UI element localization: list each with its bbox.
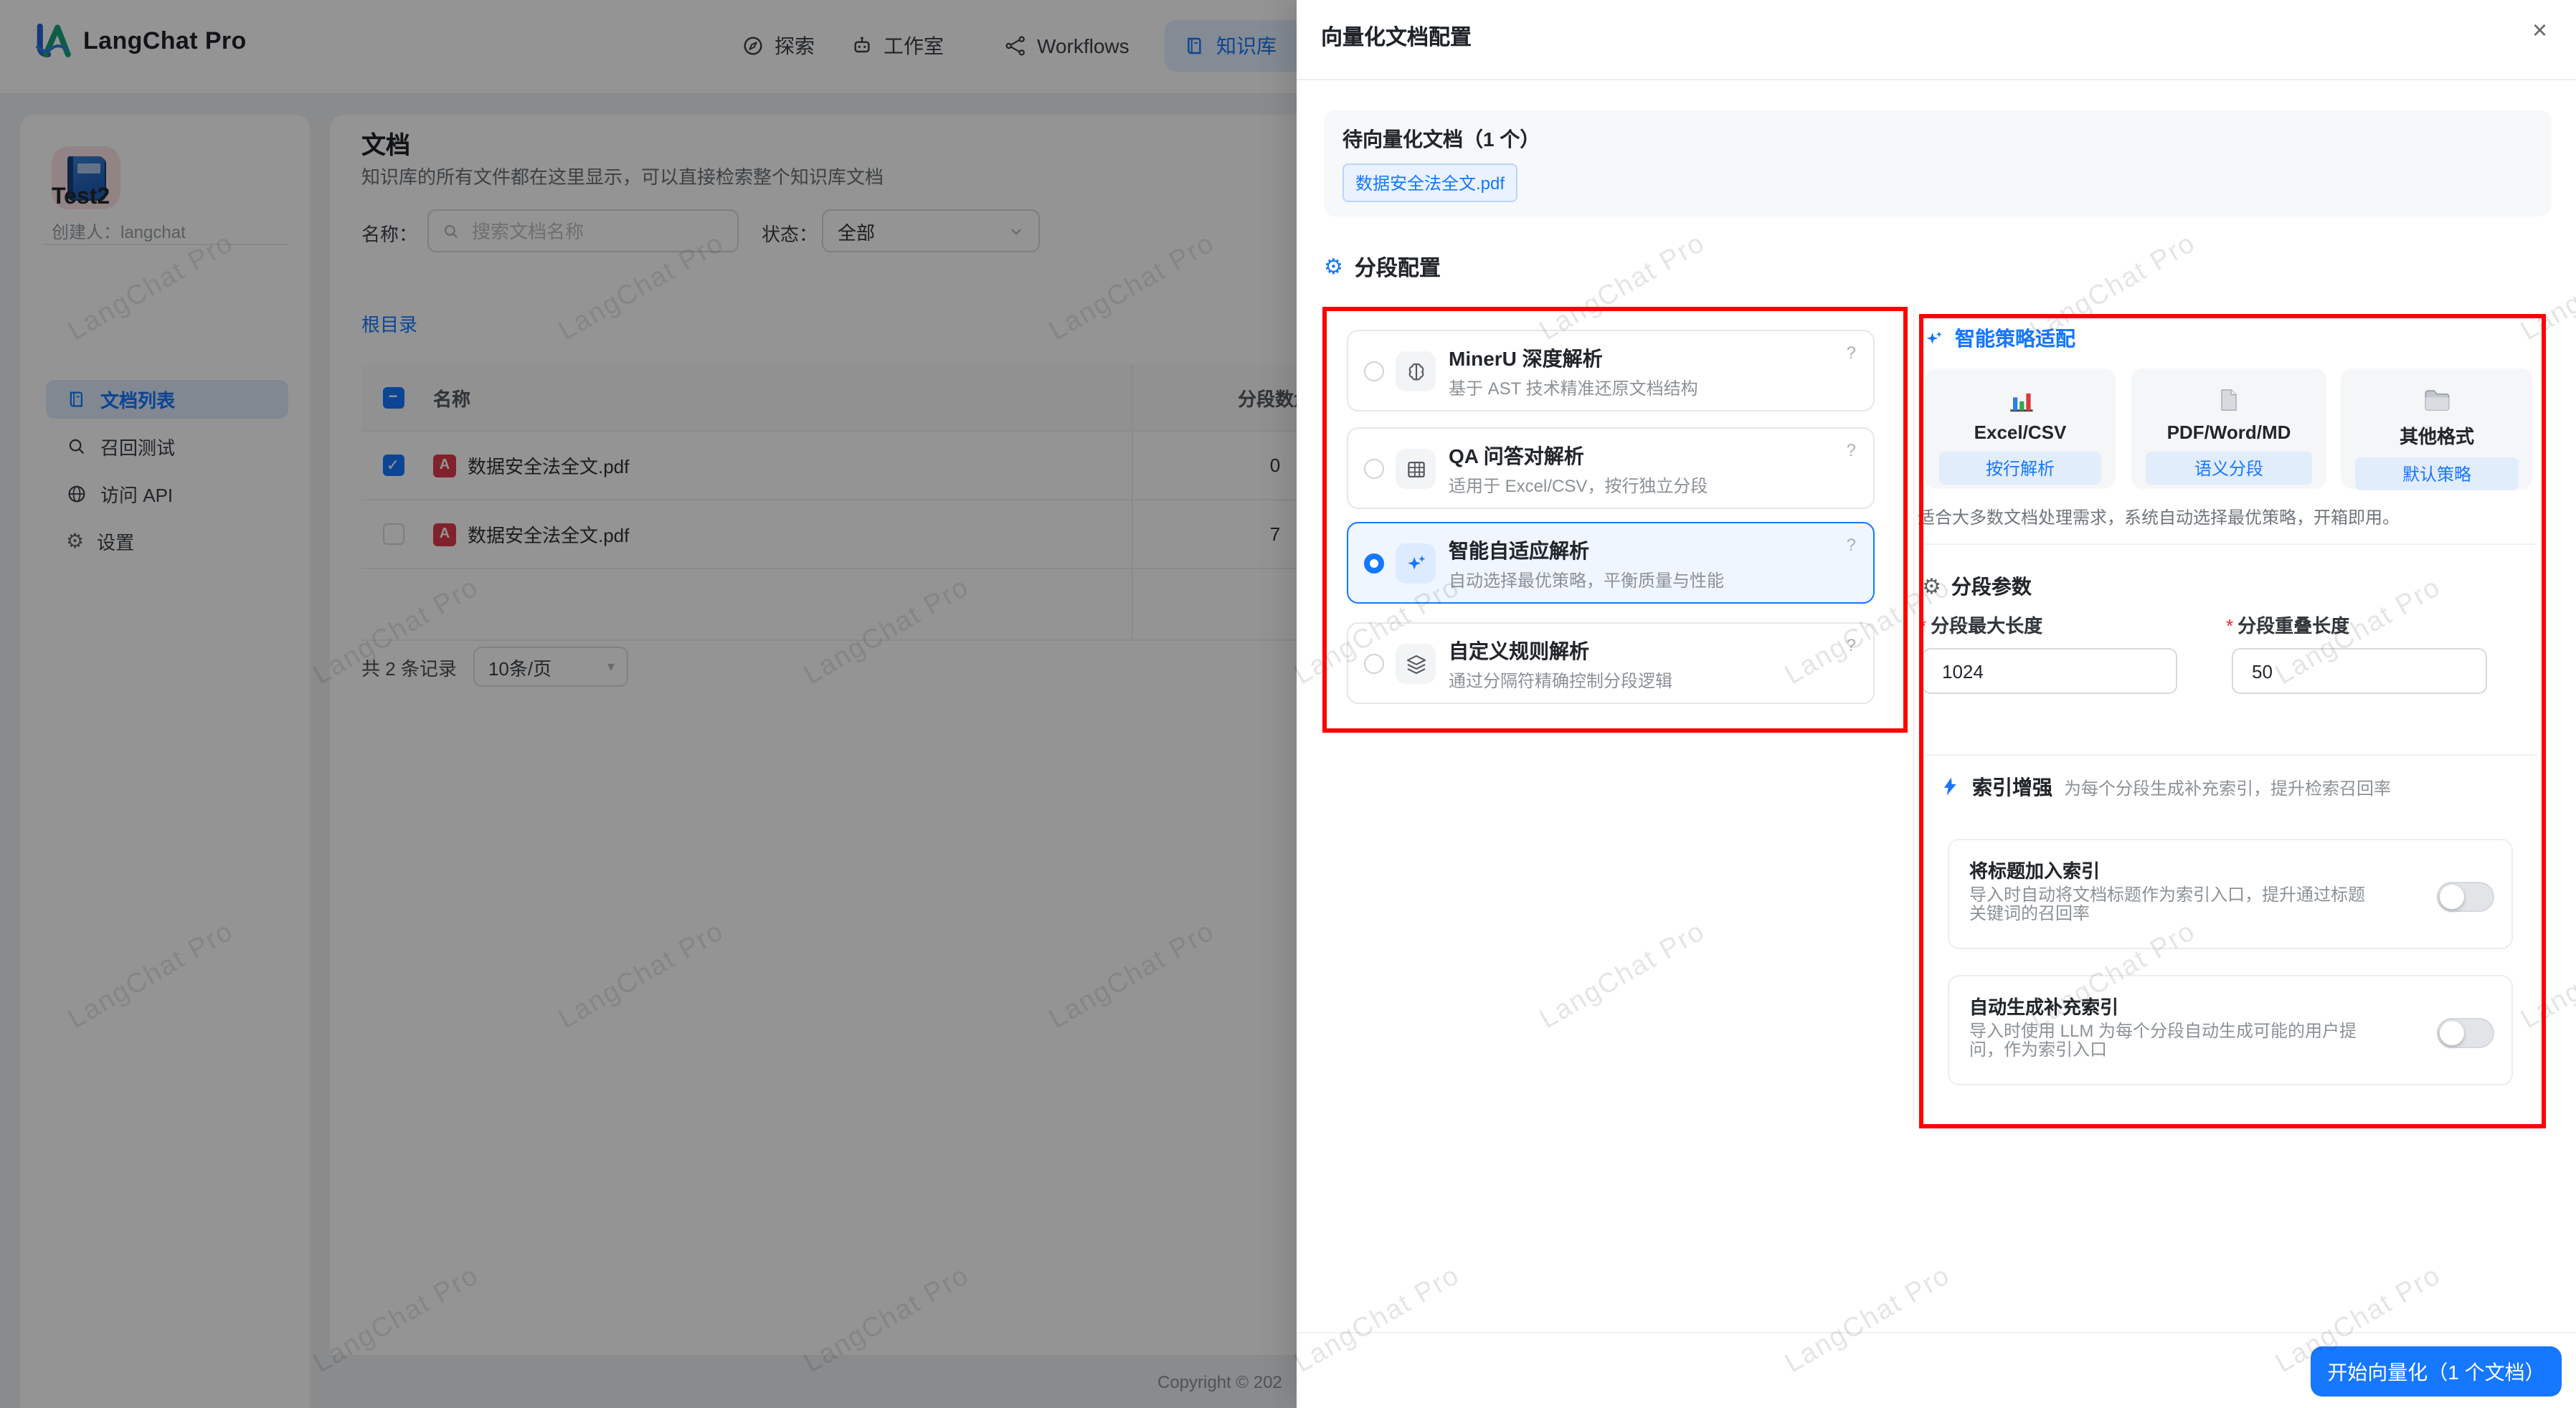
start-vectorize-button[interactable]: 开始向量化（1 个文档）: [2311, 1346, 2562, 1397]
option-mineru[interactable]: MinerU 深度解析 基于 AST 技术精准还原文档结构 ?: [1347, 330, 1875, 412]
overlap-length-input[interactable]: [2232, 648, 2487, 694]
column-divider: [1913, 307, 1915, 1120]
strategy-card-other: 其他格式 默认策略: [2341, 368, 2533, 490]
toggle-title: 自动生成补充索引: [1969, 996, 2119, 1018]
strategy-card-tag: 语义分段: [2146, 452, 2312, 485]
app-root: LangChat Pro 探索 工作室 Workflows 知识库 Test2 …: [0, 0, 2576, 1408]
close-icon[interactable]: ×: [2532, 17, 2547, 43]
radio-unselected[interactable]: [1364, 361, 1384, 381]
title-index-toggle[interactable]: [2437, 882, 2494, 912]
index-boost-header: 索引增强 为每个分段生成补充索引，提升检索召回率: [1939, 773, 2391, 801]
toggle-knob: [2440, 885, 2464, 909]
required-asterisk: *: [2226, 615, 2234, 637]
gear-icon: ⚙: [1324, 254, 1343, 280]
auto-index-toggle[interactable]: [2437, 1018, 2494, 1048]
option-desc: 通过分隔符精确控制分段逻辑: [1449, 671, 1673, 691]
index-boost-subtitle: 为每个分段生成补充索引，提升检索召回率: [2064, 779, 2392, 799]
overlap-length-label: * 分段重叠长度: [2226, 615, 2350, 637]
drawer-footer: 开始向量化（1 个文档）: [1297, 1332, 2576, 1408]
toggle-desc: 导入时使用 LLM 为每个分段自动生成可能的用户提问，作为索引入口: [1969, 1021, 2357, 1060]
drawer-header-divider: [1297, 79, 2576, 80]
option-desc: 适用于 Excel/CSV，按行独立分段: [1449, 476, 1708, 496]
pending-file-tag: 数据安全法全文.pdf: [1343, 163, 1518, 202]
help-icon[interactable]: ?: [1847, 535, 1856, 555]
strategy-card-label: 其他格式: [2399, 426, 2474, 447]
bar-chart-icon: [1925, 381, 2116, 419]
option-smart-adaptive[interactable]: 智能自适应解析 自动选择最优策略，平衡质量与性能 ?: [1347, 522, 1875, 604]
radio-selected[interactable]: [1364, 553, 1384, 574]
smart-strategy-header: 智能策略适配: [1923, 324, 2075, 353]
required-asterisk: *: [1919, 615, 1927, 637]
table-grid-icon: [1396, 449, 1436, 489]
title-index-card: 将标题加入索引 导入时自动将文档标题作为索引入口，提升通过标题关键词的召回率: [1948, 839, 2513, 949]
option-qa[interactable]: QA 问答对解析 适用于 Excel/CSV，按行独立分段 ?: [1347, 427, 1875, 509]
pending-docs-panel: 待向量化文档（1 个） 数据安全法全文.pdf: [1324, 110, 2552, 217]
option-title: QA 问答对解析: [1449, 444, 1584, 467]
strategy-card-pdf: PDF/Word/MD 语义分段: [2131, 368, 2326, 489]
radio-unselected[interactable]: [1364, 459, 1384, 479]
toggle-knob: [2440, 1021, 2464, 1045]
index-boost-title: 索引增强: [1972, 776, 2052, 799]
max-length-label: * 分段最大长度: [1919, 615, 2043, 637]
strategy-card-excel: Excel/CSV 按行解析: [1925, 368, 2116, 489]
option-custom-rules[interactable]: 自定义规则解析 通过分隔符精确控制分段逻辑 ?: [1347, 622, 1875, 704]
option-title: 智能自适应解析: [1449, 539, 1589, 562]
strategy-card-tag: 按行解析: [1939, 452, 2101, 485]
toggle-title: 将标题加入索引: [1969, 860, 2101, 882]
help-icon[interactable]: ?: [1847, 440, 1856, 460]
overlap-length-input-field[interactable]: [2249, 659, 2470, 683]
help-icon[interactable]: ?: [1847, 635, 1856, 655]
brain-icon: [1396, 351, 1436, 391]
lightning-icon: [1939, 776, 1961, 797]
help-icon[interactable]: ?: [1847, 343, 1856, 363]
segment-config-title: 分段配置: [1354, 257, 1441, 281]
sparkles-icon: [1396, 543, 1436, 584]
toggle-desc: 导入时自动将文档标题作为索引入口，提升通过标题关键词的召回率: [1969, 885, 2366, 923]
section-divider: [1918, 754, 2537, 756]
option-desc: 自动选择最优策略，平衡质量与性能: [1449, 571, 1725, 591]
option-title: 自定义规则解析: [1449, 639, 1589, 662]
section-divider: [1918, 543, 2537, 545]
auto-index-card: 自动生成补充索引 导入时使用 LLM 为每个分段自动生成可能的用户提问，作为索引…: [1948, 975, 2513, 1085]
page-icon: [2131, 381, 2326, 419]
option-desc: 基于 AST 技术精准还原文档结构: [1449, 379, 1698, 399]
strategy-card-label: Excel/CSV: [1974, 422, 2067, 443]
strategy-card-tag: 默认策略: [2355, 457, 2519, 490]
smart-strategy-title: 智能策略适配: [1955, 327, 2075, 350]
folder-icon: [2341, 381, 2533, 419]
strategy-note: 适合大多数文档处理需求，系统自动选择最优策略，开箱即用。: [1918, 508, 2400, 528]
strategy-card-label: PDF/Word/MD: [2167, 422, 2291, 443]
segment-config-header: ⚙ 分段配置: [1324, 252, 1441, 282]
pending-docs-title: 待向量化文档（1 个）: [1343, 128, 1540, 151]
radio-unselected[interactable]: [1364, 654, 1384, 674]
segment-params-header: ⚙ 分段参数: [1922, 572, 2032, 601]
segment-params-title: 分段参数: [1951, 575, 2032, 598]
sparkles-icon: [1923, 328, 1945, 349]
max-length-input[interactable]: [1922, 648, 2177, 694]
vectorize-config-drawer: 向量化文档配置 × 待向量化文档（1 个） 数据安全法全文.pdf ⚙ 分段配置…: [1297, 0, 2576, 1408]
gear-icon: ⚙: [1922, 573, 1941, 599]
drawer-title: 向量化文档配置: [1321, 26, 1472, 50]
option-title: MinerU 深度解析: [1449, 347, 1603, 370]
max-length-input-field[interactable]: [1939, 659, 2160, 683]
layers-icon: [1396, 644, 1436, 684]
